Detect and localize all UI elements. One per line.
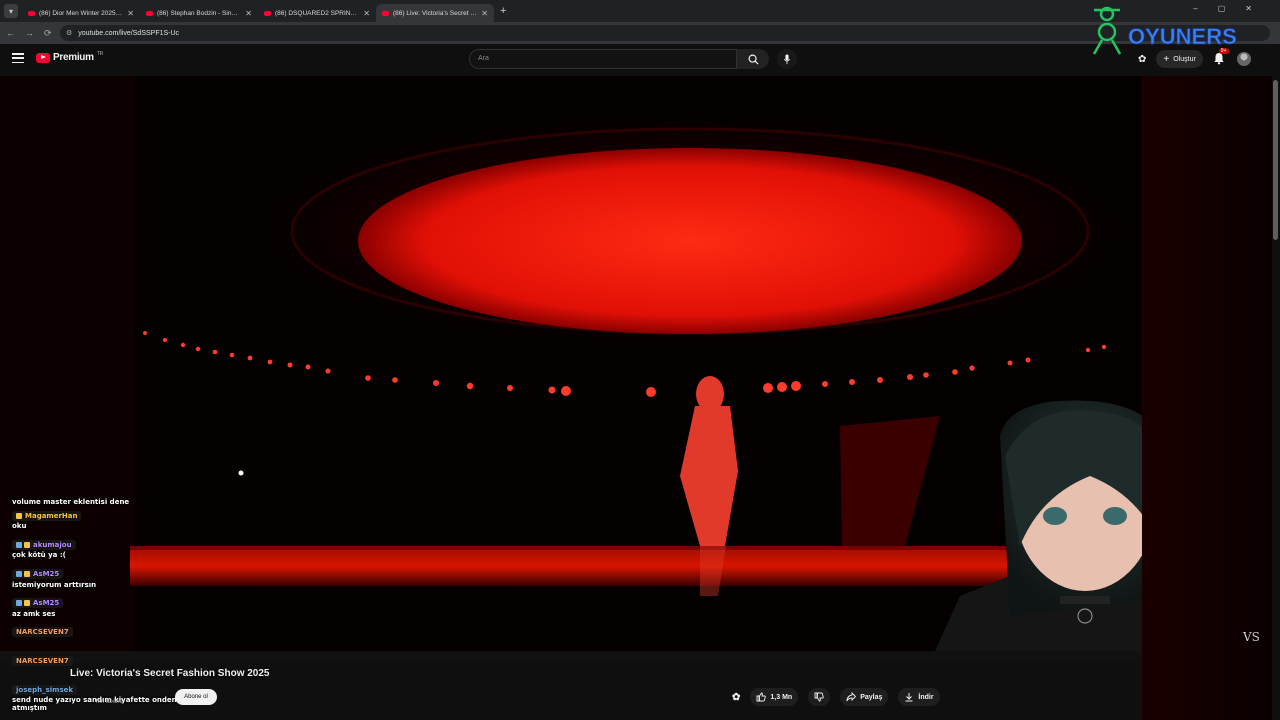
chat-message: oku xyxy=(12,522,27,530)
share-label: Paylaş xyxy=(860,693,883,701)
extension-icon[interactable]: ✿ xyxy=(732,692,740,703)
download-icon xyxy=(905,693,913,702)
new-tab-icon[interactable]: + xyxy=(500,5,506,17)
youtube-favicon-icon xyxy=(28,10,35,16)
tab-title: (86) Dior Men Winter 2025-2026 xyxy=(39,9,124,17)
chat-username: NARCSEVEN7 xyxy=(12,627,73,637)
video-actions: ✿ 1,3 Mn Paylaş İndir xyxy=(732,688,940,706)
menu-icon[interactable] xyxy=(12,53,24,63)
logo-body-shape xyxy=(1097,22,1117,42)
thumbs-up-icon xyxy=(756,692,767,702)
close-tab-icon[interactable]: ✕ xyxy=(245,9,252,18)
tab-title: (86) Live: Victoria's Secret Fashion xyxy=(393,9,477,17)
subscriber-count: Mn abone xyxy=(96,699,123,705)
close-tab-icon[interactable]: ✕ xyxy=(127,9,134,18)
badge-icon xyxy=(24,571,30,577)
dislike-button[interactable] xyxy=(808,688,831,706)
runway-edge xyxy=(130,546,1142,550)
tab-search-menu-icon[interactable]: ▾ xyxy=(4,4,18,18)
chat-username: AsM25 xyxy=(12,598,64,608)
chat-message: volume master eklentisi dene xyxy=(12,498,130,506)
badge-icon xyxy=(24,600,30,606)
browser-tab[interactable]: (86) Dior Men Winter 2025-2026 ✕ xyxy=(22,4,140,22)
youtube-logo[interactable]: Premium TR xyxy=(36,50,104,63)
browser-tab[interactable]: (86) Stephan Bodzin - Singularity ✕ xyxy=(140,4,258,22)
chat-username: NARCSEVEN7 xyxy=(12,656,73,666)
stage-floor xyxy=(130,546,1010,586)
site-info-icon[interactable]: ⚙ xyxy=(66,29,72,37)
reload-icon[interactable]: ⟳ xyxy=(44,28,52,39)
microphone-icon xyxy=(783,53,791,64)
screen: ▾ (86) Dior Men Winter 2025-2026 ✕ (86) … xyxy=(0,0,1280,720)
video-title: Live: Victoria's Secret Fashion Show 202… xyxy=(70,668,270,679)
browser-tab-active[interactable]: (86) Live: Victoria's Secret Fashion ✕ xyxy=(376,4,494,22)
video-player[interactable] xyxy=(0,76,1142,662)
url-text: youtube.com/live/SdSSPF1S-Uc xyxy=(78,29,180,37)
chat-message: istemiyorum arttırsın xyxy=(12,581,97,589)
search-icon xyxy=(748,54,759,65)
brand-label: Premium xyxy=(53,52,94,63)
share-icon xyxy=(846,692,857,702)
badge-icon xyxy=(24,542,30,548)
chat-username: AsM25 xyxy=(12,569,64,579)
voice-search-button[interactable] xyxy=(777,49,797,69)
vs-watermark: VS xyxy=(1243,630,1260,644)
badge-icon xyxy=(16,600,22,606)
side-panel-bg xyxy=(1142,76,1272,720)
chat-username: joseph_simsek xyxy=(12,685,78,695)
chat-username: akumajou xyxy=(12,540,76,550)
forward-icon[interactable]: → xyxy=(25,28,34,38)
scrollbar-thumb[interactable] xyxy=(1273,80,1278,240)
streamer-logo-overlay: OYUNERS xyxy=(1092,6,1237,55)
tab-title: (86) DSQUARED2 SPRING SUMMER xyxy=(275,9,359,17)
logo-wordmark: OYUNERS xyxy=(1128,24,1237,49)
back-icon[interactable]: ← xyxy=(6,28,15,38)
browser-tab[interactable]: (86) DSQUARED2 SPRING SUMMER ✕ xyxy=(258,4,376,22)
badge-icon xyxy=(16,513,22,519)
download-label: İndir xyxy=(918,693,934,701)
youtube-favicon-icon xyxy=(264,10,271,16)
search-input[interactable]: Ara xyxy=(469,49,737,69)
badge-icon xyxy=(16,542,22,548)
like-count: 1,3 Mn xyxy=(770,693,793,701)
light-speck xyxy=(238,470,244,476)
youtube-favicon-icon xyxy=(382,10,389,16)
youtube-play-icon xyxy=(36,52,50,63)
video-frame xyxy=(0,76,1142,662)
chat-message: çok kötü ya :( xyxy=(12,551,66,559)
like-button[interactable]: 1,3 Mn xyxy=(750,688,799,706)
logo-legs-shape xyxy=(1092,39,1122,55)
tab-title: (86) Stephan Bodzin - Singularity xyxy=(157,9,241,17)
badge-icon xyxy=(16,571,22,577)
country-code: TR xyxy=(96,50,104,57)
thumbs-down-icon xyxy=(814,692,824,702)
download-button[interactable]: İndir xyxy=(898,688,940,706)
chat-message: az amk ses xyxy=(12,610,56,618)
close-tab-icon[interactable]: ✕ xyxy=(481,9,488,18)
search-button[interactable] xyxy=(737,49,769,69)
close-tab-icon[interactable]: ✕ xyxy=(363,9,370,18)
page-scrollbar[interactable] xyxy=(1272,76,1280,720)
subscribe-button[interactable]: Abone ol xyxy=(175,689,217,705)
youtube-favicon-icon xyxy=(146,10,153,16)
red-light-disc xyxy=(358,148,1022,334)
share-button[interactable]: Paylaş xyxy=(840,688,889,706)
chat-username: MagamerHan xyxy=(12,511,82,521)
